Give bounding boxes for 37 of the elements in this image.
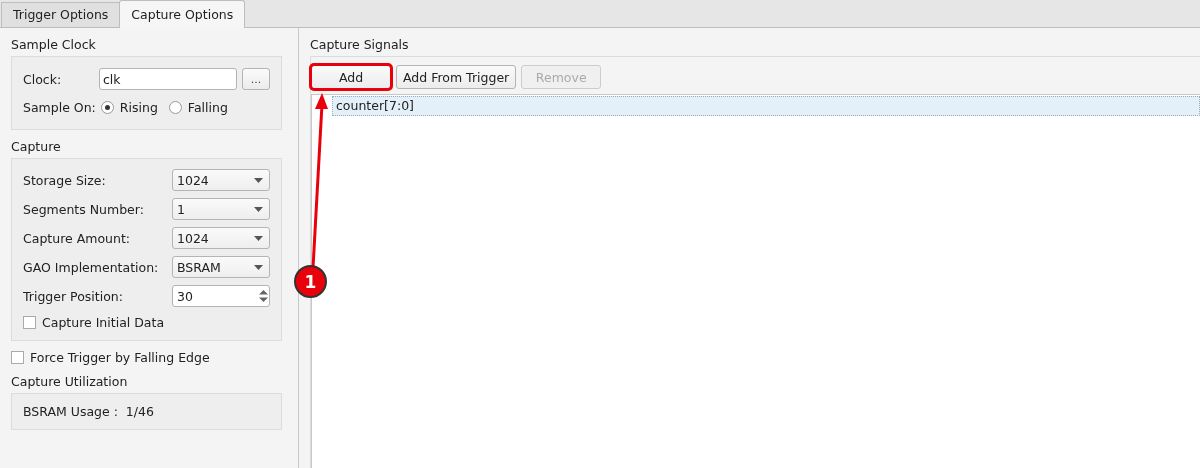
checkbox[interactable]: [23, 315, 36, 329]
group-title: Capture: [11, 140, 62, 154]
tab[interactable]: Capture Options: [119, 0, 246, 28]
radio-button[interactable]: [168, 100, 182, 114]
field-label: Sample On:: [23, 99, 96, 115]
checkbox-label: Force Trigger by Falling Edge: [30, 349, 210, 365]
signal-row[interactable]: counter[7:0]: [332, 96, 1200, 116]
field-label: Trigger Position:: [23, 288, 124, 304]
checkbox[interactable]: [11, 350, 24, 364]
usage-text: BSRAM Usage : 1/46: [23, 404, 154, 419]
group-title: Sample Clock: [11, 38, 97, 52]
dropdown[interactable]: 1024: [172, 169, 270, 191]
field-label: GAO Implementation:: [23, 259, 160, 275]
radio-label: Rising: [119, 99, 158, 115]
spin-box[interactable]: 30: [172, 285, 270, 307]
group-title: Capture Signals: [310, 38, 409, 52]
spin-arrows-icon: [259, 289, 268, 303]
clock-field[interactable]: clk: [99, 68, 237, 90]
dropdown[interactable]: 1: [172, 198, 270, 220]
group-title: Capture Utilization: [11, 375, 129, 389]
field-label: Storage Size:: [23, 172, 107, 188]
toolbar-button[interactable]: Add From Trigger: [396, 65, 517, 89]
dropdown[interactable]: 1024: [172, 227, 270, 249]
radio-button[interactable]: [100, 100, 114, 114]
radio-label: Falling: [187, 99, 228, 115]
field-label: Segments Number:: [23, 201, 145, 217]
caret-icon: [254, 177, 263, 183]
dropdown[interactable]: BSRAM: [172, 256, 270, 278]
caret-icon: [254, 235, 263, 241]
field-label: Clock:: [23, 71, 63, 87]
field-label: Capture Amount:: [23, 230, 131, 246]
tab[interactable]: Trigger Options: [1, 2, 121, 27]
toolbar-button[interactable]: Add: [311, 65, 391, 89]
caret-icon: [254, 264, 263, 270]
checkbox-label: Capture Initial Data: [42, 314, 165, 330]
browse-button[interactable]: ...: [242, 68, 270, 90]
caret-icon: [254, 206, 263, 212]
